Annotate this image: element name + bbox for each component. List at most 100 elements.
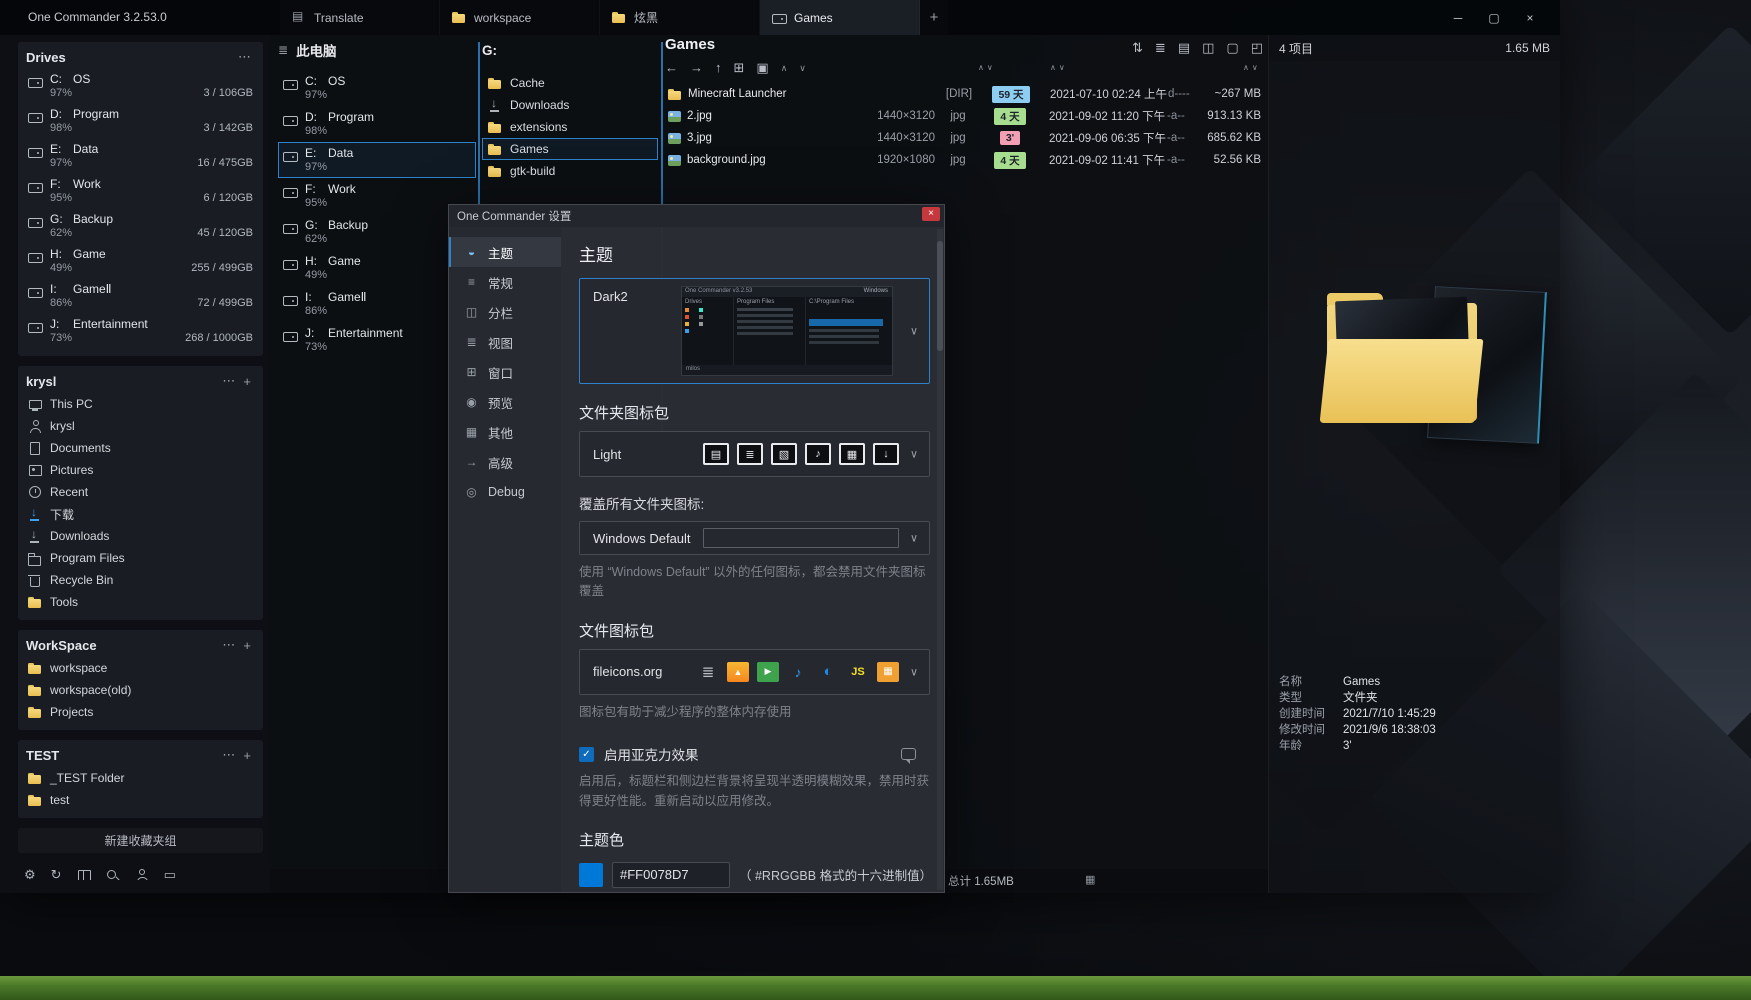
drive-item[interactable]: E: Data 97% 16 / 475GB <box>26 139 255 174</box>
favorites-menu-button[interactable]: ⋯ <box>218 637 239 653</box>
caret-up-icon[interactable]: ∧ <box>978 63 984 72</box>
favorite-item[interactable]: krysl <box>26 415 255 437</box>
sort-carets[interactable]: ∧ ∨ <box>1050 63 1065 72</box>
caret-up-icon[interactable]: ∧ <box>1243 63 1249 72</box>
favorites-add-button[interactable]: + <box>239 374 255 389</box>
caret-up-icon[interactable]: ∧ <box>1050 63 1056 72</box>
drive-column-item[interactable]: C: OS 97% <box>278 70 476 106</box>
chevron-down-icon[interactable]: ∨ <box>910 325 918 338</box>
favorite-item[interactable]: _TEST Folder <box>26 767 255 789</box>
drive-column-item[interactable]: I: GameⅡ 86% <box>278 286 476 322</box>
chevron-down-icon[interactable]: ∨ <box>910 665 918 678</box>
drive-column-item[interactable]: H: Game 49% <box>278 250 476 286</box>
drive-item[interactable]: I: GameⅡ 86% 72 / 499GB <box>26 279 255 314</box>
tab[interactable]: Games <box>760 0 920 35</box>
favorite-item[interactable]: 下载 <box>26 503 255 525</box>
folder-item[interactable]: gtk-build <box>482 160 658 182</box>
file-row[interactable]: Minecraft Launcher [DIR] 59 天 2021-07-10… <box>665 83 1265 105</box>
folder-pack-dropdown[interactable]: Light ▤≣▧♪▦↓ ∨ <box>579 431 930 477</box>
dialog-title-bar[interactable]: One Commander 设置 × <box>449 205 944 227</box>
file-row[interactable]: background.jpg 1920×1080 jpg 4 天 2021-09… <box>665 149 1265 171</box>
favorite-item[interactable]: test <box>26 789 255 811</box>
refresh-icon[interactable]: ↻ <box>51 868 62 880</box>
accent-color-swatch[interactable] <box>579 863 603 887</box>
tab[interactable]: Translate <box>280 0 440 35</box>
dialog-nav-item[interactable]: 其他 <box>449 417 561 447</box>
favorite-item[interactable]: Recycle Bin <box>26 569 255 591</box>
drive-column-item[interactable]: J: Entertainment 73% <box>278 322 476 358</box>
scrollbar-thumb[interactable] <box>937 241 943 351</box>
dialog-nav-item[interactable]: 预览 <box>449 387 561 417</box>
folder-item[interactable]: Games <box>482 138 658 160</box>
favorite-item[interactable]: This PC <box>26 393 255 415</box>
acrylic-checkbox[interactable]: ✓ <box>579 747 594 762</box>
favorite-item[interactable]: Projects <box>26 701 255 723</box>
file-toolbar-icon[interactable]: ◰ <box>1251 40 1263 56</box>
folder-nav-icon[interactable]: ▣ <box>756 60 768 76</box>
favorite-item[interactable]: workspace(old) <box>26 679 255 701</box>
favorites-menu-button[interactable]: ⋯ <box>218 747 239 763</box>
close-button[interactable]: × <box>1512 0 1548 35</box>
dialog-nav-item[interactable]: 窗口 <box>449 357 561 387</box>
tab[interactable]: 炫黑 <box>600 0 760 35</box>
new-folder-icon[interactable]: ⊞ <box>734 60 745 76</box>
drive-column-item[interactable]: G: Backup 62% <box>278 214 476 250</box>
drive-column-item[interactable]: E: Data 97% <box>278 142 476 178</box>
favorite-item[interactable]: Downloads <box>26 525 255 547</box>
override-dropdown[interactable]: Windows Default ∨ <box>579 521 930 555</box>
drive-column-item[interactable]: D: Program 98% <box>278 106 476 142</box>
drive-item[interactable]: D: Program 98% 3 / 142GB <box>26 104 255 139</box>
back-icon[interactable]: ← <box>665 60 678 76</box>
favorites-menu-button[interactable]: ⋯ <box>218 373 239 389</box>
theme-dropdown[interactable]: Dark2 One Commander v3.2.53 Windows Driv… <box>579 278 930 384</box>
drives-menu-button[interactable]: ⋯ <box>234 49 255 65</box>
maximize-button[interactable]: ▢ <box>1476 0 1512 35</box>
file-toolbar-icon[interactable]: ▢ <box>1226 40 1238 56</box>
dialog-scrollbar[interactable] <box>937 229 943 890</box>
favorite-item[interactable]: Recent <box>26 481 255 503</box>
file-row[interactable]: 3.jpg 1440×3120 jpg 3' 2021-09-06 06:35 … <box>665 127 1265 149</box>
file-pack-dropdown[interactable]: fileicons.org ≣▲▶♪◐JS▦ ∨ <box>579 649 930 695</box>
chevron-down-icon[interactable]: ∨ <box>910 532 918 545</box>
dialog-close-button[interactable]: × <box>922 207 940 221</box>
dialog-nav-item[interactable]: 高级 <box>449 447 561 477</box>
favorite-item[interactable]: Pictures <box>26 459 255 481</box>
forward-icon[interactable]: → <box>690 60 703 76</box>
hex-color-input[interactable] <box>612 862 730 888</box>
favorites-add-button[interactable]: + <box>239 748 255 763</box>
file-toolbar-icon[interactable]: ≣ <box>1155 40 1166 56</box>
favorite-item[interactable]: workspace <box>26 657 255 679</box>
new-group-button[interactable]: 新建收藏夹组 <box>18 828 263 853</box>
caret-up-icon[interactable]: ∧ <box>781 63 788 74</box>
sort-carets[interactable]: ∧ ∨ <box>978 63 993 72</box>
up-icon[interactable]: ↑ <box>715 60 722 76</box>
settings-gear-icon[interactable]: ⚙ <box>24 868 36 880</box>
dialog-nav-item[interactable]: Debug <box>449 477 561 507</box>
status-grid-icon[interactable]: ▦ <box>1085 873 1095 886</box>
folder-item[interactable]: Cache <box>482 72 658 94</box>
chevron-down-icon[interactable]: ∨ <box>910 448 918 461</box>
override-input[interactable] <box>703 528 899 548</box>
minimize-button[interactable]: ─ <box>1440 0 1476 35</box>
favorite-item[interactable]: Tools <box>26 591 255 613</box>
columns-layout-icon[interactable] <box>77 869 91 881</box>
window-frame-icon[interactable]: ▭ <box>164 868 176 880</box>
favorite-item[interactable]: Documents <box>26 437 255 459</box>
user-icon[interactable] <box>135 869 149 881</box>
new-tab-button[interactable]: + <box>920 0 948 35</box>
caret-down-icon[interactable]: ∨ <box>799 63 806 74</box>
drive-item[interactable]: H: Game 49% 255 / 499GB <box>26 244 255 279</box>
drive-column-item[interactable]: F: Work 95% <box>278 178 476 214</box>
dialog-nav-item[interactable]: 主题 <box>449 237 561 267</box>
tab[interactable]: workspace <box>440 0 600 35</box>
drive-item[interactable]: F: Work 95% 6 / 120GB <box>26 174 255 209</box>
dialog-nav-item[interactable]: 视图 <box>449 327 561 357</box>
file-toolbar-icon[interactable]: ⇅ <box>1132 40 1143 56</box>
dialog-nav-item[interactable]: 分栏 <box>449 297 561 327</box>
file-toolbar-icon[interactable]: ▤ <box>1178 40 1190 56</box>
sort-carets[interactable]: ∧ ∨ <box>1243 63 1258 72</box>
folder-item[interactable]: extensions <box>482 116 658 138</box>
file-row[interactable]: 2.jpg 1440×3120 jpg 4 天 2021-09-02 11:20… <box>665 105 1265 127</box>
dialog-nav-item[interactable]: 常规 <box>449 267 561 297</box>
file-toolbar-icon[interactable]: ◫ <box>1202 40 1214 56</box>
